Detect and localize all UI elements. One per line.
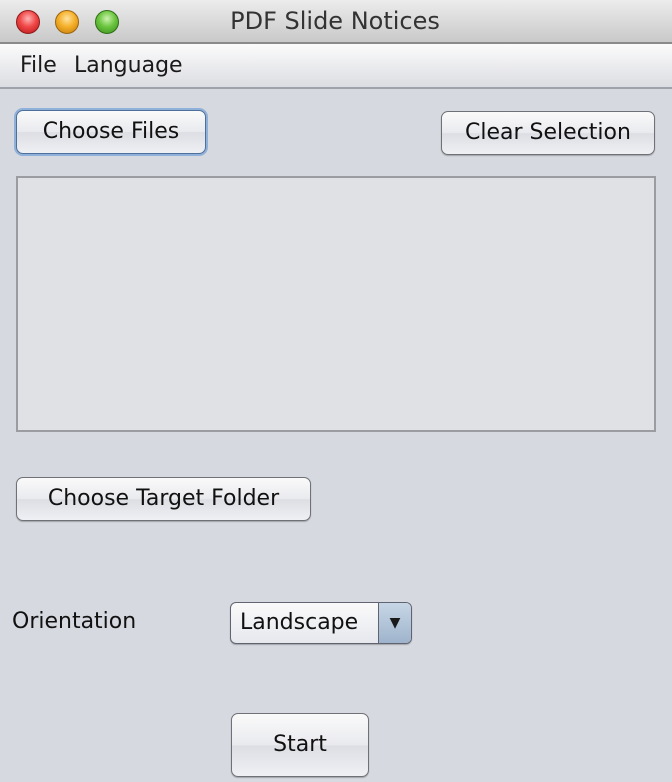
- start-button[interactable]: Start: [231, 713, 369, 777]
- choose-target-folder-button[interactable]: Choose Target Folder: [16, 477, 311, 521]
- choose-files-button[interactable]: Choose Files: [16, 110, 206, 154]
- file-list[interactable]: [16, 176, 656, 432]
- window-title: PDF Slide Notices: [230, 7, 440, 35]
- clear-selection-button[interactable]: Clear Selection: [441, 111, 655, 155]
- menu-bar: File Language: [0, 44, 672, 89]
- dropdown-arrow-icon[interactable]: ▼: [378, 603, 411, 643]
- orientation-selected-value: Landscape: [240, 610, 359, 635]
- title-bar: PDF Slide Notices: [0, 0, 672, 44]
- menu-language[interactable]: Language: [74, 44, 183, 87]
- orientation-label: Orientation: [12, 609, 137, 634]
- orientation-select[interactable]: Landscape ▼: [230, 602, 412, 644]
- menu-file[interactable]: File: [20, 44, 57, 87]
